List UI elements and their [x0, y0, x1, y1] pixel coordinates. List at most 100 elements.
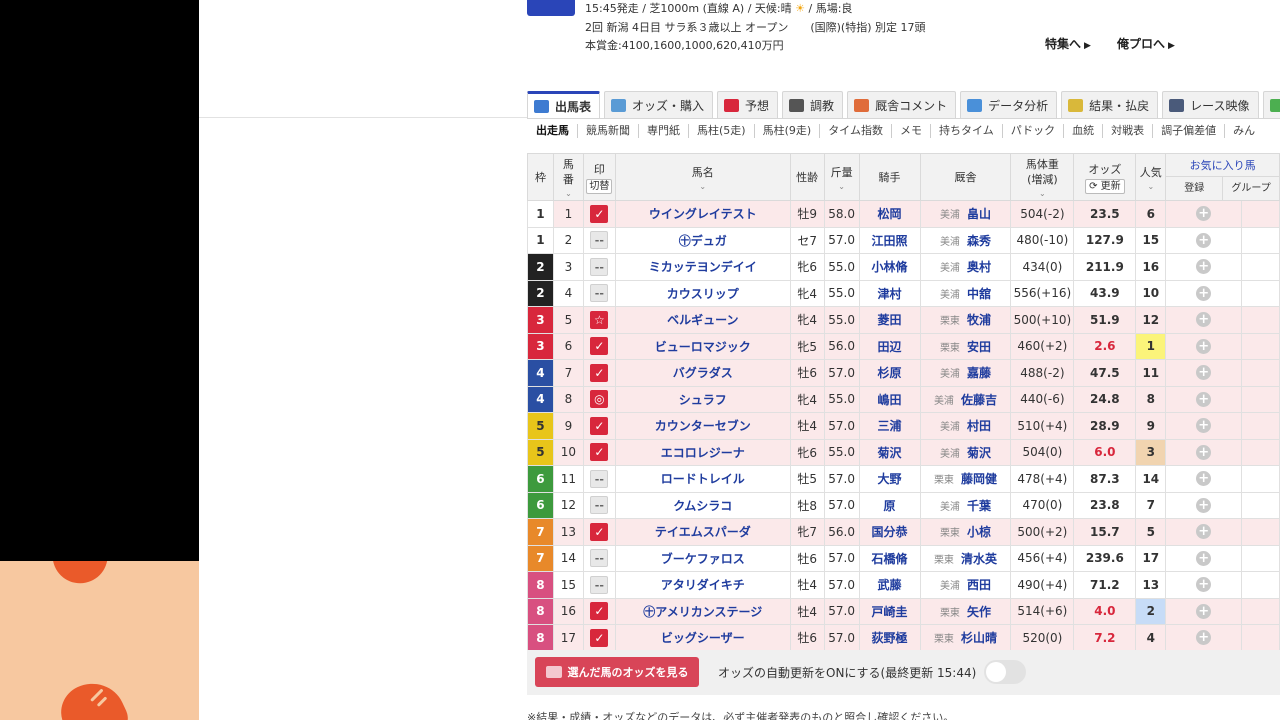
table-row[interactable]: 8 17 ✓ ビッグシーザー 牡6 57.0 荻野極 栗東 杉山晴 520(0) 7.2 4 +: [527, 624, 1280, 652]
table-row[interactable]: 8 15 -- アタリダイキチ 牡4 57.0 武藤 美浦 西田 490(+4) 71.2 13 +: [527, 571, 1280, 599]
mark-none-button[interactable]: --: [590, 549, 609, 568]
subtab-8[interactable]: パドック: [1001, 124, 1063, 138]
subtab-9[interactable]: 血統: [1063, 124, 1102, 138]
mark-check-icon[interactable]: ✓: [590, 416, 609, 435]
horse-name[interactable]: ㊉デュガ: [614, 226, 791, 254]
subtab-4[interactable]: 馬柱(9走): [753, 124, 820, 138]
add-favorite-icon[interactable]: +: [1196, 497, 1212, 513]
trainer-name[interactable]: 畠山: [967, 207, 991, 221]
odds-refresh-button[interactable]: ⟳ 更新: [1085, 178, 1125, 194]
table-row[interactable]: 4 8 ◎ シュラフ 牝4 55.0 嶋田 美浦 佐藤吉 440(-6) 24.8 8 +: [527, 385, 1280, 413]
trainer-name[interactable]: 小椋: [967, 525, 991, 539]
tab-6[interactable]: 結果・払戻: [1061, 91, 1159, 119]
add-favorite-icon[interactable]: +: [1196, 285, 1212, 301]
favorite-register[interactable]: +: [1165, 253, 1243, 281]
horse-name[interactable]: エコロレジーナ: [614, 438, 791, 466]
add-favorite-icon[interactable]: +: [1196, 232, 1212, 248]
favorite-register[interactable]: +: [1165, 359, 1243, 387]
favorite-register[interactable]: +: [1165, 571, 1243, 599]
add-favorite-icon[interactable]: +: [1196, 444, 1212, 460]
jockey-name[interactable]: 武藤: [858, 571, 921, 599]
mark-none-button[interactable]: --: [590, 575, 609, 594]
trainer-name[interactable]: 西田: [967, 578, 991, 592]
add-favorite-icon[interactable]: +: [1196, 603, 1212, 619]
table-row[interactable]: 3 5 ☆ ベルギューン 牝4 55.0 菱田 栗東 牧浦 500(+10) 51.9 12 +: [527, 306, 1280, 334]
jockey-name[interactable]: 三浦: [858, 412, 921, 440]
subtab-5[interactable]: タイム指数: [819, 124, 891, 138]
horse-name[interactable]: ロードトレイル: [614, 465, 791, 493]
add-favorite-icon[interactable]: +: [1196, 365, 1212, 381]
col-horse-name[interactable]: 馬名 ⌄: [614, 153, 791, 201]
mark-check-icon[interactable]: ✓: [590, 204, 609, 223]
horse-name[interactable]: テイエムスパーダ: [614, 518, 791, 546]
trainer-name[interactable]: 杉山晴: [961, 631, 997, 645]
favorite-register[interactable]: +: [1165, 279, 1243, 307]
subtab-0[interactable]: 出走馬: [527, 124, 577, 138]
trainer-name[interactable]: 牧浦: [967, 313, 991, 327]
horse-name[interactable]: クムシラコ: [614, 491, 791, 519]
trainer-name[interactable]: 矢作: [967, 605, 991, 619]
jockey-name[interactable]: 嶋田: [858, 385, 921, 413]
trainer-name[interactable]: 藤岡健: [961, 472, 997, 486]
jockey-name[interactable]: 大野: [858, 465, 921, 493]
favorite-register[interactable]: +: [1165, 518, 1243, 546]
pro-link[interactable]: 俺プロへ ▶: [1117, 35, 1175, 52]
subtab-7[interactable]: 持ちタイム: [929, 124, 1002, 138]
table-row[interactable]: 2 4 -- カウスリップ 牝4 55.0 津村 美浦 中舘 556(+16) 43.9 10 +: [527, 279, 1280, 307]
auto-update-toggle[interactable]: [984, 660, 1026, 684]
mark-switch-button[interactable]: 切替: [586, 178, 613, 194]
selected-odds-button[interactable]: 選んだ馬のオッズを見る: [535, 657, 699, 687]
favorite-register[interactable]: +: [1165, 332, 1243, 360]
favorite-register[interactable]: +: [1165, 412, 1243, 440]
col-weight[interactable]: 斤量 ⌄: [823, 153, 860, 201]
table-row[interactable]: 1 1 ✓ ウイングレイテスト 牡9 58.0 松岡 美浦 畠山 504(-2) 23.5 6 +: [527, 200, 1280, 228]
favorite-register[interactable]: +: [1165, 624, 1243, 652]
jockey-name[interactable]: 国分恭: [858, 518, 921, 546]
trainer-name[interactable]: 村田: [967, 419, 991, 433]
mark-check-icon[interactable]: ✓: [590, 522, 609, 541]
add-favorite-icon[interactable]: +: [1196, 312, 1212, 328]
horse-name[interactable]: バグラダス: [614, 359, 791, 387]
horse-name[interactable]: ㊉アメリカンステージ: [614, 597, 791, 625]
subtab-10[interactable]: 対戦表: [1102, 124, 1152, 138]
add-favorite-icon[interactable]: +: [1196, 391, 1212, 407]
col-odds[interactable]: オッズ ⟳ 更新: [1073, 153, 1137, 201]
table-row[interactable]: 6 11 -- ロードトレイル 牡5 57.0 大野 栗東 藤岡健 478(+4) 87.3 14 +: [527, 465, 1280, 493]
tab-8[interactable]: [1262, 91, 1280, 119]
horse-name[interactable]: ビッグシーザー: [614, 624, 791, 652]
add-favorite-icon[interactable]: +: [1196, 206, 1212, 222]
mark-star-icon[interactable]: ☆: [590, 310, 609, 329]
subtab-3[interactable]: 馬柱(5走): [688, 124, 754, 138]
horse-name[interactable]: ビューロマジック: [614, 332, 791, 360]
mark-none-button[interactable]: --: [590, 469, 609, 488]
horse-name[interactable]: アタリダイキチ: [614, 571, 791, 599]
mark-check-icon[interactable]: ✓: [590, 628, 609, 647]
jockey-name[interactable]: 荻野極: [858, 624, 921, 652]
mark-none-button[interactable]: --: [590, 284, 609, 303]
trainer-name[interactable]: 中舘: [967, 287, 991, 301]
jockey-name[interactable]: 菊沢: [858, 438, 921, 466]
col-umaban[interactable]: 馬番 ⌄: [552, 153, 584, 201]
jockey-name[interactable]: 小林脩: [858, 253, 921, 281]
mark-none-button[interactable]: --: [590, 496, 609, 515]
favorite-register[interactable]: +: [1165, 544, 1243, 572]
table-row[interactable]: 5 10 ✓ エコロレジーナ 牝6 55.0 菊沢 美浦 菊沢 504(0) 6.0 3 +: [527, 438, 1280, 466]
add-favorite-icon[interactable]: +: [1196, 259, 1212, 275]
jockey-name[interactable]: 松岡: [858, 200, 921, 228]
table-row[interactable]: 6 12 -- クムシラコ 牡8 57.0 原美浦 千葉 470(0) 23.8 7 +: [527, 491, 1280, 519]
jockey-name[interactable]: 戸崎圭: [858, 597, 921, 625]
mark-check-icon[interactable]: ✓: [590, 602, 609, 621]
favorite-register[interactable]: +: [1165, 200, 1243, 228]
table-row[interactable]: 2 3 -- ミカッテヨンデイイ 牝6 55.0 小林脩 美浦 奥村 434(0) 211.9 16 +: [527, 253, 1280, 281]
favorite-register[interactable]: +: [1165, 438, 1243, 466]
subtab-12[interactable]: みん: [1224, 124, 1263, 138]
favorite-register[interactable]: +: [1165, 491, 1243, 519]
mark-circ-icon[interactable]: ◎: [590, 390, 609, 409]
jockey-name[interactable]: 田辺: [858, 332, 921, 360]
add-favorite-icon[interactable]: +: [1196, 338, 1212, 354]
add-favorite-icon[interactable]: +: [1196, 577, 1212, 593]
subtab-6[interactable]: メモ: [890, 124, 930, 138]
horse-name[interactable]: ミカッテヨンデイイ: [614, 253, 791, 281]
tab-7[interactable]: レース映像: [1162, 91, 1259, 119]
jockey-name[interactable]: 原: [858, 491, 921, 519]
